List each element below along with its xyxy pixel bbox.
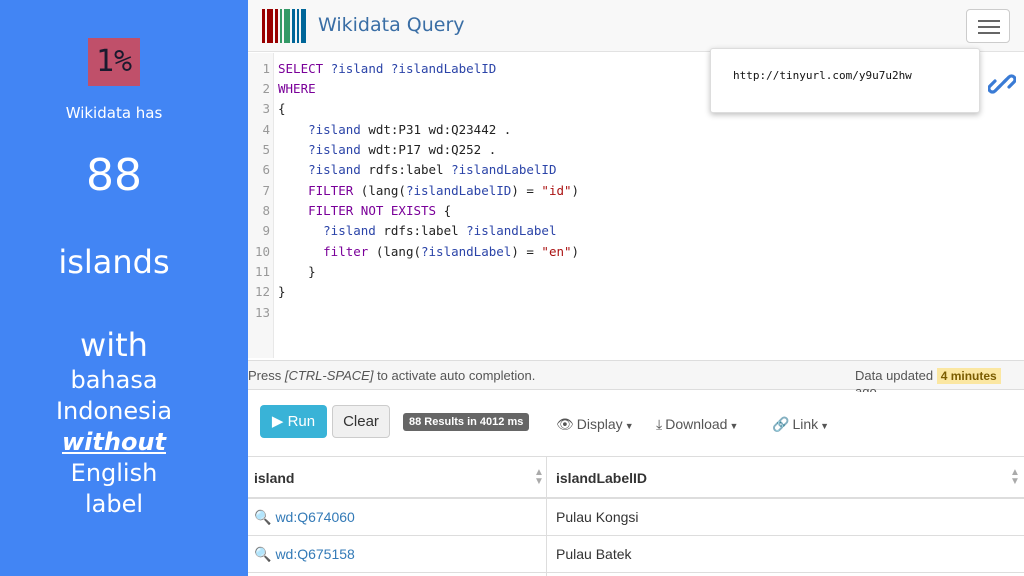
line-number: 2: [262, 81, 270, 96]
percent-box: 1%: [88, 38, 140, 86]
query-app: Wikidata Query 1 2 3 4 5 6 7 8 9 10 11 1…: [248, 0, 1024, 576]
updated-prefix: Data updated: [855, 368, 934, 383]
menu-toggle-button[interactable]: [966, 9, 1010, 43]
line-number: 10: [254, 244, 270, 259]
hint-key: [CTRL-SPACE]: [284, 368, 374, 383]
slide-label: label: [84, 490, 144, 518]
slide-indonesia: Indonesia: [55, 397, 173, 425]
download-label: Download: [665, 416, 728, 432]
hint-prefix: Press: [248, 368, 285, 383]
run-button[interactable]: ▶ Run: [260, 405, 327, 438]
autocomplete-hint: Press [CTRL-SPACE] to activate auto comp…: [248, 368, 535, 383]
app-title: Wikidata Query: [318, 14, 465, 36]
line-number: 4: [262, 122, 270, 137]
code-line: filter (lang(?islandLabel) = "en"): [323, 244, 580, 259]
results-table: island ▲ ▼ islandLabelID ▲ ▼ 🔍 wd:Q674060 P…: [248, 456, 1024, 576]
slide-english: English: [70, 459, 158, 487]
results-toolbar: ▶ Run Clear 88 Results in 4012 ms 👁 Displ…: [248, 392, 1024, 454]
line-number: 5: [262, 142, 270, 157]
code-line: }: [278, 264, 316, 279]
short-link-url[interactable]: http://tinyurl.com/y9u7u2hw: [733, 69, 912, 82]
line-number: 7: [262, 183, 270, 198]
display-dropdown[interactable]: 👁 Display ▼: [556, 416, 634, 433]
sort-icon[interactable]: ▲ ▼: [534, 468, 544, 487]
line-number: 8: [262, 203, 270, 218]
clear-button[interactable]: Clear: [332, 405, 390, 438]
link-label: Link: [792, 416, 819, 432]
code-line: SELECT ?island ?islandLabelID: [278, 61, 497, 76]
line-number-gutter: 1 2 3 4 5 6 7 8 9 10 11 12 13: [248, 53, 274, 358]
slide-with: with: [80, 326, 148, 364]
menu-bar-icon: [978, 32, 1000, 34]
menu-bar-icon: [978, 20, 1000, 22]
updated-badge: 4 minutes: [936, 368, 1001, 384]
slide-panel: 1% Wikidata has 88 islands with bahasa I…: [0, 0, 248, 576]
island-link[interactable]: 🔍 wd:Q674060: [254, 509, 355, 526]
link-dropdown[interactable]: 🔗 Link ▼: [772, 416, 829, 433]
chain-icon: 🔗: [772, 416, 790, 432]
wikidata-logo-icon: [262, 9, 306, 43]
island-id: wd:Q674060: [275, 509, 355, 525]
caret-down-icon: ▼: [729, 421, 739, 431]
slide-islands: islands: [58, 243, 170, 281]
column-header-label[interactable]: islandLabelID: [556, 470, 647, 486]
island-id: wd:Q675158: [275, 546, 355, 562]
hint-suffix: to activate auto completion.: [373, 368, 536, 383]
results-count-badge: 88 Results in 4012 ms: [403, 413, 530, 431]
search-icon: 🔍: [254, 509, 272, 525]
slide-bahasa: bahasa: [70, 366, 158, 394]
code-line: WHERE: [278, 81, 316, 96]
run-label: Run: [287, 413, 316, 430]
caret-down-icon: ▼: [624, 421, 634, 431]
play-icon: ▶: [271, 413, 284, 430]
column-header-island[interactable]: island: [254, 470, 294, 486]
search-icon: 🔍: [254, 546, 272, 562]
top-navbar: Wikidata Query: [248, 0, 1024, 52]
line-number: 3: [262, 101, 270, 116]
code-line: ?island rdfs:label ?islandLabelID: [308, 162, 557, 177]
table-row: 🔍 wd:Q674060 Pulau Kongsi: [248, 499, 1024, 536]
editor-status-bar: Press [CTRL-SPACE] to activate auto comp…: [248, 360, 1024, 399]
line-number: 9: [262, 223, 270, 238]
caret-down-icon: ▼: [820, 421, 830, 431]
sort-icon[interactable]: ▲ ▼: [1010, 468, 1020, 487]
island-link[interactable]: 🔍 wd:Q675158: [254, 546, 355, 563]
slide-without: without: [61, 428, 166, 456]
island-label: Pulau Batek: [556, 546, 632, 562]
download-icon: ⤓: [656, 416, 663, 432]
table-row: 🔍 wd:Q675158 Pulau Batek: [248, 536, 1024, 573]
eye-icon: 👁: [556, 416, 574, 432]
code-line: ?island wdt:P31 wd:Q23442 .: [308, 122, 512, 137]
short-link-popup: http://tinyurl.com/y9u7u2hw: [710, 48, 980, 113]
line-number: 11: [254, 264, 270, 279]
link-icon[interactable]: [988, 70, 1016, 98]
line-number: 13: [254, 305, 270, 320]
code-line: FILTER (lang(?islandLabelID) = "id"): [308, 183, 580, 198]
code-line: FILTER NOT EXISTS {: [308, 203, 452, 218]
code-line: ?island rdfs:label ?islandLabel: [323, 223, 557, 238]
slide-has-text: Wikidata has: [65, 104, 163, 122]
code-line: ?island wdt:P17 wd:Q252 .: [308, 142, 497, 157]
code-line: {: [278, 101, 286, 116]
table-header: island ▲ ▼ islandLabelID ▲ ▼: [248, 456, 1024, 499]
code-line: }: [278, 284, 286, 299]
slide-count: 88: [86, 150, 142, 201]
line-number: 1: [262, 61, 270, 76]
display-label: Display: [576, 416, 623, 432]
menu-bar-icon: [978, 26, 1000, 28]
island-label: Pulau Kongsi: [556, 509, 639, 525]
download-dropdown[interactable]: ⤓ Download ▼: [656, 416, 738, 433]
line-number: 12: [254, 284, 270, 299]
line-number: 6: [262, 162, 270, 177]
